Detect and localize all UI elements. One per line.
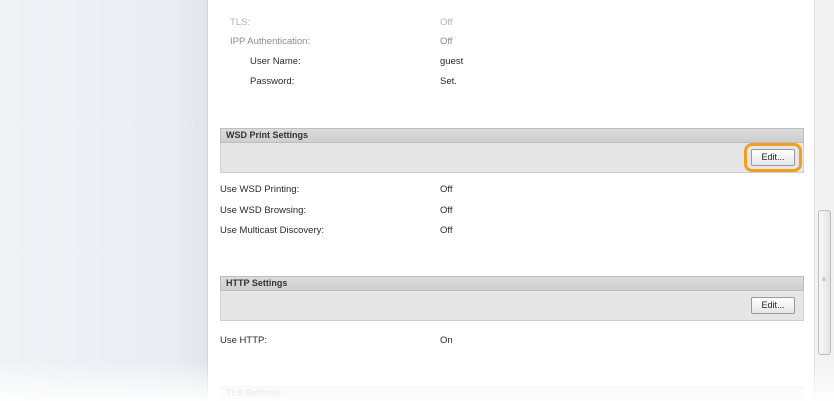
password-value: Set. [440,76,457,87]
use-wsd-browsing-value: Off [440,205,453,216]
settings-content-area: TLS: Off IPP Authentication: Off User Na… [208,0,814,401]
browser-viewport: TLS: Off IPP Authentication: Off User Na… [0,0,834,401]
wsd-print-settings-header: WSD Print Settings [220,128,804,143]
grip-icon: ≡ [822,277,826,283]
use-http-label: Use HTTP: [220,335,267,346]
left-navigation-panel [0,0,208,401]
ipp-authentication-label: IPP Authentication: [230,36,311,47]
scrollbar-thumb[interactable]: ≡ [818,210,831,355]
use-http-value: On [440,335,453,346]
user-name-label: User Name: [250,56,301,67]
use-wsd-printing-value: Off [440,184,453,195]
use-wsd-browsing-label: Use WSD Browsing: [220,205,307,216]
user-name-value: guest [440,56,464,67]
tls-settings-header: TLS Settings [220,386,804,401]
wsd-edit-button[interactable]: Edit... [751,149,795,166]
password-label: Password: [250,76,295,87]
vertical-scrollbar[interactable]: ≡ [814,0,834,401]
use-multicast-discovery-label: Use Multicast Discovery: [220,225,324,236]
tls-label: TLS: [230,17,251,28]
ipp-authentication-value: Off [440,36,453,47]
http-settings-header: HTTP Settings [220,276,804,291]
http-edit-button[interactable]: Edit... [751,297,795,314]
tls-value: Off [440,17,453,28]
http-settings-toolbar: Edit... [220,291,804,321]
use-multicast-discovery-value: Off [440,225,453,236]
wsd-print-settings-toolbar: Edit... [220,143,804,173]
use-wsd-printing-label: Use WSD Printing: [220,184,300,195]
